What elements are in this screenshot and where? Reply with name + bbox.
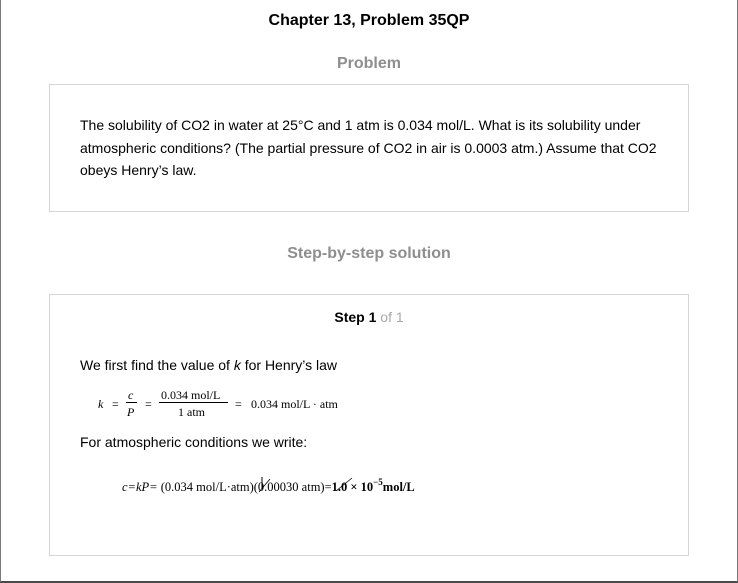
eq2-result-exponent: −5 xyxy=(373,477,383,487)
chapter-title: Chapter 13, Problem 35QP xyxy=(268,12,470,29)
step-header: Step 1 of 1 xyxy=(50,309,688,325)
step-box: Step 1 of 1 We first find the value of k… xyxy=(49,294,689,556)
eq2-substitution: (0.034 mol/L·atm)(0.00030 atm)= xyxy=(157,480,332,494)
problem-statement: The solubility of CO2 in water at 25°C a… xyxy=(80,117,657,178)
solubility-equation: c=kP= (0.034 mol/L·atm)(0.00030 atm)=1.0… xyxy=(122,477,415,495)
eq1-equals-3: = xyxy=(235,397,242,411)
eq2-lhs: c=kP= xyxy=(122,480,158,494)
intro-before: We first find the value of xyxy=(80,357,234,373)
problem-section-title: Problem xyxy=(336,55,401,72)
step-number: 1 xyxy=(368,309,377,325)
eq1-numerator-2: 0.034 mol/L xyxy=(161,388,221,402)
eq1-result: 0.034 mol/L · atm xyxy=(251,397,338,411)
eq1-denominator-2: 1 atm xyxy=(178,405,205,419)
step-text-atmospheric: For atmospheric conditions we write: xyxy=(80,434,308,450)
eq1-equals-2: = xyxy=(145,397,152,411)
eq1-fraction-bar-1 xyxy=(126,402,137,403)
eq1-denominator-1: P xyxy=(127,405,135,419)
eq1-equals-1: = xyxy=(112,397,119,411)
eq2-result-unit: mol/L xyxy=(382,480,415,494)
eq1-fraction-bar-2 xyxy=(159,402,228,403)
solution-section-title: Step-by-step solution xyxy=(287,245,451,262)
intro-after: for Henry’s law xyxy=(240,357,338,373)
cancel-mark-atm-2 xyxy=(335,477,353,492)
eq1-numerator-1: c xyxy=(128,388,134,402)
eq1-lhs: k xyxy=(98,397,104,411)
step-of-total: of 1 xyxy=(380,309,404,325)
problem-box: The solubility of CO2 in water at 25°C a… xyxy=(49,84,689,212)
cancel-mark-atm-1 xyxy=(258,477,271,493)
henry-constant-equation: k = c P = 0.034 mol/L 1 atm = 0.034 mol/… xyxy=(98,387,358,421)
intro-variable: k xyxy=(233,357,241,373)
step-intro-text: We first find the value of k for Henry’s… xyxy=(80,357,337,373)
step-label: Step xyxy=(334,309,365,325)
